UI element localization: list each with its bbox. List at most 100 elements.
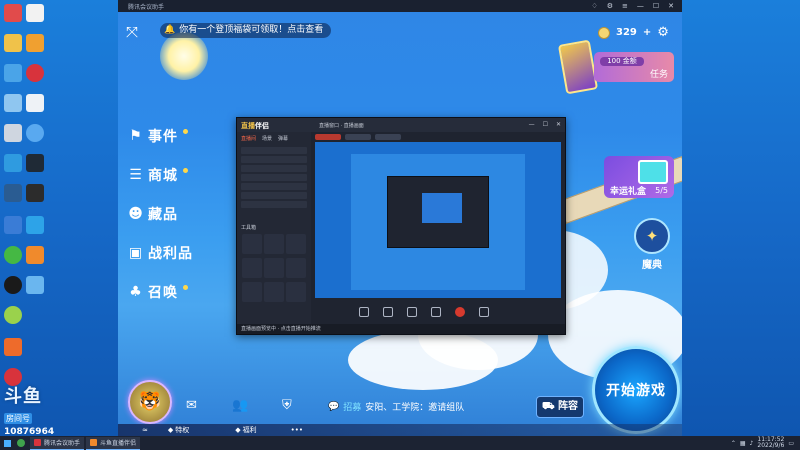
- desktop-icon[interactable]: [4, 338, 22, 356]
- desktop-icon[interactable]: [26, 246, 44, 264]
- scene-pill[interactable]: [315, 134, 341, 140]
- nav-collection[interactable]: ☻ 藏品: [128, 204, 178, 224]
- notification-icon[interactable]: ▭: [788, 440, 794, 447]
- coin-count: 329: [616, 27, 637, 38]
- volume-icon[interactable]: [479, 307, 489, 317]
- start-game-button[interactable]: 开始游戏: [592, 346, 680, 434]
- tray-icon[interactable]: ⌃: [731, 440, 736, 447]
- maximize-icon[interactable]: ☐: [543, 121, 548, 128]
- taskbar-item[interactable]: 斗鱼直播伴侣: [86, 436, 141, 450]
- guild-icon[interactable]: ⛨: [282, 398, 292, 413]
- shop-icon: ☰: [129, 167, 143, 183]
- desktop-icon[interactable]: [4, 246, 22, 264]
- minimize-icon[interactable]: —: [529, 121, 535, 128]
- codex-button[interactable]: ✦ 魔典: [632, 218, 672, 271]
- desktop-icon[interactable]: [4, 124, 22, 142]
- desktop-icon[interactable]: [26, 94, 44, 112]
- settings-icon[interactable]: ⚙: [607, 2, 613, 10]
- list-item[interactable]: [241, 174, 307, 181]
- list-item[interactable]: [241, 192, 307, 199]
- list-item[interactable]: [241, 156, 307, 163]
- list-item[interactable]: [241, 165, 307, 172]
- tool-button[interactable]: [264, 234, 284, 254]
- stream-tab-scene[interactable]: 场景: [262, 135, 272, 142]
- desktop-icon[interactable]: [4, 276, 22, 294]
- lucky-gift-box[interactable]: 幸运礼盒 5/5: [604, 156, 674, 198]
- scene-pill[interactable]: [345, 134, 371, 140]
- tool-button[interactable]: [286, 282, 306, 302]
- list-item[interactable]: [241, 147, 307, 154]
- tool-button[interactable]: [286, 234, 306, 254]
- lineup-button[interactable]: ⛟ 阵容: [536, 396, 584, 418]
- tool-button[interactable]: [242, 258, 262, 278]
- desktop-icon[interactable]: [26, 276, 44, 294]
- volume-icon[interactable]: ♪: [750, 440, 754, 447]
- desktop-icon[interactable]: [4, 184, 22, 202]
- desktop-icon[interactable]: [26, 184, 44, 202]
- game-client-window: 腾讯会议助手 ♢ ⚙ ≡ — ☐ ✕ ⤧ 🔔 你有一个登顶福袋可领取！点击查看 …: [118, 0, 682, 436]
- tool-button[interactable]: [242, 234, 262, 254]
- task-card-icon[interactable]: [557, 39, 599, 95]
- nav-loot[interactable]: ▣ 战利品: [128, 243, 193, 263]
- screen-icon[interactable]: [431, 307, 441, 317]
- taskbar-item[interactable]: 腾讯会议助手: [30, 436, 85, 450]
- friends-icon[interactable]: 👥: [232, 398, 248, 413]
- desktop-icon[interactable]: [4, 4, 22, 22]
- gift-count: 5/5: [655, 186, 668, 195]
- tool-button[interactable]: [242, 282, 262, 302]
- expand-icon[interactable]: ⤧: [126, 24, 142, 40]
- privilege-link[interactable]: 特权: [175, 425, 189, 435]
- nav-shop[interactable]: ☰ 商城: [128, 165, 188, 185]
- add-icon[interactable]: +: [643, 27, 651, 38]
- desktop-icon[interactable]: [4, 94, 22, 112]
- desktop-icon[interactable]: [4, 216, 22, 234]
- desktop-icon[interactable]: [26, 154, 44, 172]
- stream-status: 直播画面预览中 · 点击直播开始推流: [237, 324, 565, 334]
- task-badge[interactable]: 100 金额 任务: [594, 52, 674, 82]
- player-avatar[interactable]: 🐯: [128, 380, 172, 424]
- desktop-icon[interactable]: [26, 124, 44, 142]
- task-progress: 100 金额: [600, 57, 644, 66]
- desktop-icon[interactable]: [26, 34, 44, 52]
- recruit-message[interactable]: 💬 招募 安阳、工学院：邀请组队: [328, 400, 464, 414]
- desktop-icon[interactable]: [4, 306, 22, 324]
- scene-pill[interactable]: [375, 134, 401, 140]
- nested-preview: [351, 154, 525, 290]
- close-icon[interactable]: ✕: [556, 121, 561, 128]
- start-button[interactable]: [0, 436, 14, 450]
- menu-icon[interactable]: ≡: [622, 2, 628, 10]
- nav-events[interactable]: ⚑ 事件: [128, 126, 188, 146]
- skin-icon[interactable]: ♢: [591, 2, 597, 10]
- welfare-link[interactable]: 福利: [243, 425, 257, 435]
- desktop-icon[interactable]: [4, 64, 22, 82]
- list-item[interactable]: [241, 183, 307, 190]
- desktop-icon[interactable]: [4, 368, 22, 386]
- nav-summon[interactable]: ♣ 召唤: [128, 282, 188, 302]
- tool-button[interactable]: [264, 282, 284, 302]
- network-icon[interactable]: ▦: [740, 440, 746, 447]
- mic-icon[interactable]: [383, 307, 393, 317]
- desktop-icon[interactable]: [26, 4, 44, 22]
- tool-button[interactable]: [264, 258, 284, 278]
- list-item[interactable]: [241, 201, 307, 208]
- stream-tab-danmaku[interactable]: 弹幕: [278, 135, 288, 142]
- close-icon[interactable]: ✕: [668, 2, 674, 10]
- tool-button[interactable]: [286, 258, 306, 278]
- desktop-icon[interactable]: [4, 154, 22, 172]
- stream-tab[interactable]: 直播窗口 · 直播画面: [319, 122, 364, 129]
- more-icon[interactable]: •••: [291, 426, 303, 434]
- notice-banner[interactable]: 🔔 你有一个登顶福袋可领取！点击查看: [160, 23, 332, 38]
- desktop-icon[interactable]: [4, 34, 22, 52]
- share-icon[interactable]: [407, 307, 417, 317]
- taskbar-app-icon[interactable]: [17, 439, 25, 447]
- mail-icon[interactable]: ✉: [186, 398, 197, 413]
- desktop-icon[interactable]: [26, 64, 44, 82]
- camera-icon[interactable]: [359, 307, 369, 317]
- gear-icon[interactable]: ⚙: [657, 25, 669, 40]
- minimize-icon[interactable]: —: [637, 2, 644, 10]
- record-icon[interactable]: [455, 307, 465, 317]
- desktop-icon[interactable]: [26, 216, 44, 234]
- stream-tab-room[interactable]: 直播间: [241, 135, 256, 142]
- notify-dot: [183, 167, 188, 173]
- maximize-icon[interactable]: ☐: [653, 2, 659, 10]
